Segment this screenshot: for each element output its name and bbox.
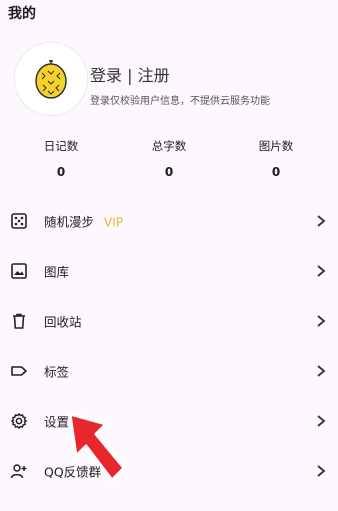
menu-item-label: 回收站: [44, 314, 82, 330]
stat-value: 0: [271, 165, 281, 179]
chevron-right-icon: [317, 215, 326, 227]
pointer-arrow-icon: [68, 412, 126, 482]
menu-item-label: 标签: [44, 364, 70, 380]
trash-icon: [13, 313, 25, 329]
durian-avatar-icon[interactable]: [14, 42, 88, 116]
stat-label: 日记数: [43, 139, 79, 153]
menu-item-qq-feedback[interactable]: QQ反馈群: [0, 446, 338, 496]
stat-value: 0: [164, 165, 174, 179]
stat-label: 总字数: [151, 139, 187, 153]
menu-item-tags[interactable]: 标签: [0, 346, 338, 396]
stat-image-count[interactable]: 图片数 0: [231, 138, 321, 179]
dice-icon: [11, 213, 27, 229]
menu-item-gallery[interactable]: 图库: [0, 246, 338, 296]
stat-label: 图片数: [258, 139, 294, 153]
menu-item-settings[interactable]: 设置: [0, 396, 338, 446]
menu-item-trash[interactable]: 回收站: [0, 296, 338, 346]
chevron-right-icon: [317, 465, 326, 477]
stat-word-count[interactable]: 总字数 0: [124, 138, 214, 179]
chevron-right-icon: [317, 315, 326, 327]
chevron-right-icon: [317, 415, 326, 427]
add-user-icon: [10, 464, 27, 479]
menu-item-label: 图库: [44, 264, 70, 280]
chevron-right-icon: [317, 265, 326, 277]
tag-icon: [11, 366, 27, 376]
chevron-right-icon: [317, 365, 326, 377]
profile-card[interactable]: 登录 | 注册 登录仅校验用户信息，不提供云服务功能: [14, 40, 334, 120]
menu-item-random-walk[interactable]: 随机漫步 VIP: [0, 196, 338, 246]
stat-diary-count[interactable]: 日记数 0: [16, 138, 106, 179]
login-register-link[interactable]: 登录 | 注册: [90, 62, 170, 86]
page-title: 我的: [8, 6, 36, 22]
menu-item-label: 随机漫步 VIP: [44, 214, 123, 230]
image-icon: [11, 263, 27, 279]
stat-value: 0: [56, 165, 66, 179]
vip-badge: VIP: [104, 215, 123, 230]
login-hint-text: 登录仅校验用户信息，不提供云服务功能: [90, 96, 270, 107]
gear-icon: [11, 413, 27, 429]
